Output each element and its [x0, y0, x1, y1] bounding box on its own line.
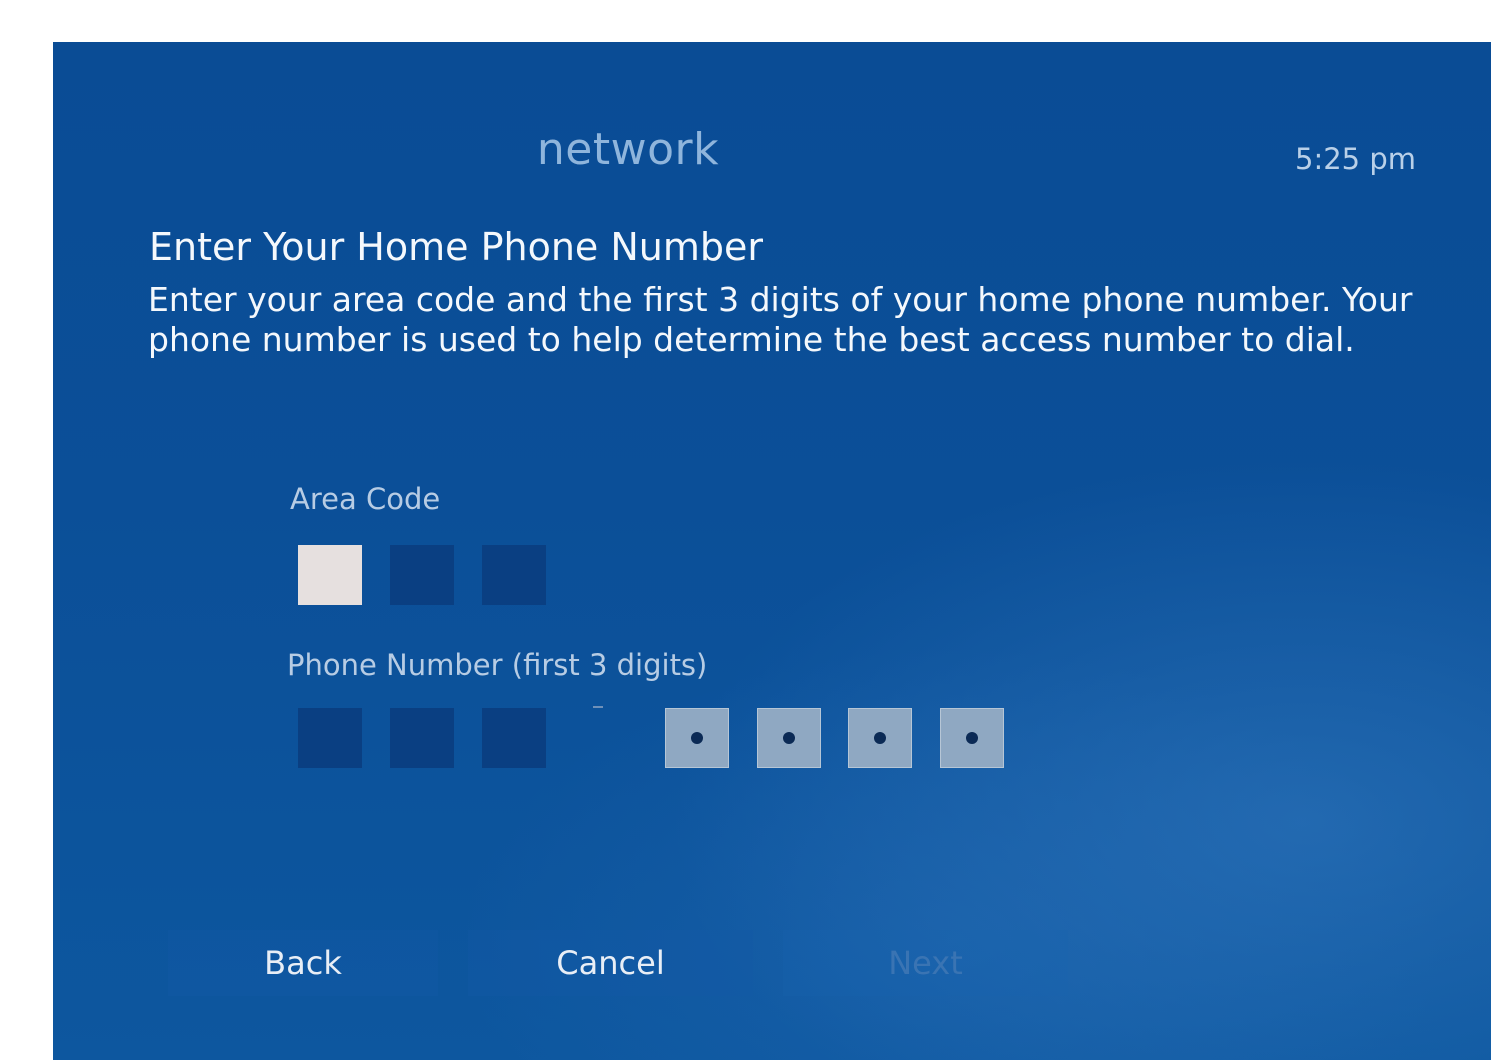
phone-digit-1[interactable]: [298, 708, 362, 768]
masked-digit-4: [940, 708, 1004, 768]
phone-number-label: Phone Number (first 3 digits): [287, 648, 708, 682]
area-code-label: Area Code: [290, 482, 441, 516]
mask-dot-icon: [691, 732, 703, 744]
mask-dot-icon: [874, 732, 886, 744]
phone-digit-3[interactable]: [482, 708, 546, 768]
area-code-digit-2[interactable]: [390, 545, 454, 605]
phone-separator: [593, 706, 603, 708]
step-description: Enter your area code and the first 3 dig…: [148, 280, 1413, 359]
area-code-digit-1[interactable]: [298, 545, 362, 605]
back-button[interactable]: Back: [168, 930, 438, 996]
cancel-button[interactable]: Cancel: [468, 930, 753, 996]
masked-digit-3: [848, 708, 912, 768]
clock: 5:25 pm: [1295, 142, 1416, 176]
step-heading: Enter Your Home Phone Number: [149, 225, 764, 269]
masked-digit-2: [757, 708, 821, 768]
setup-screen: network 5:25 pm Enter Your Home Phone Nu…: [53, 42, 1491, 1060]
area-code-digit-3[interactable]: [482, 545, 546, 605]
mask-dot-icon: [966, 732, 978, 744]
phone-digit-2[interactable]: [390, 708, 454, 768]
next-button[interactable]: Next: [783, 930, 1068, 996]
masked-digit-1: [665, 708, 729, 768]
mask-dot-icon: [783, 732, 795, 744]
page-title: network: [536, 124, 720, 175]
